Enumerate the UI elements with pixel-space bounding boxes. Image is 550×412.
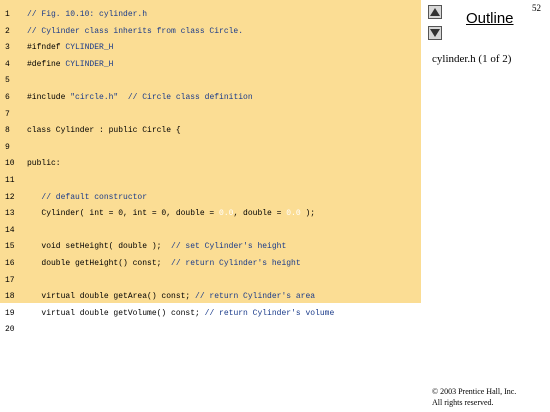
- code-line: 11: [0, 175, 421, 187]
- code-token: 0.0: [219, 209, 234, 219]
- code-text: void setHeight( double ); // set Cylinde…: [27, 241, 286, 253]
- code-token: CYLINDER_H: [65, 43, 114, 53]
- code-text: // Fig. 10.10: cylinder.h: [27, 9, 147, 21]
- code-token: // default constructor: [27, 192, 148, 202]
- line-number: 13: [5, 209, 15, 219]
- code-line: 10 public:: [0, 158, 421, 170]
- code-text: #include "circle.h" // Circle class defi…: [27, 92, 253, 104]
- line-number: 12: [5, 192, 15, 202]
- triangle-up-icon: [430, 8, 440, 16]
- code-line: 18 virtual double getArea() const; // re…: [0, 291, 421, 303]
- line-number: 10: [5, 159, 15, 169]
- line-number: 17: [5, 275, 15, 285]
- line-number: 9: [5, 142, 10, 152]
- code-token: #include: [27, 93, 71, 102]
- line-number: 7: [5, 109, 10, 119]
- outline-up-button[interactable]: [428, 5, 442, 19]
- line-number: 16: [5, 259, 15, 268]
- code-token: void setHeight( double );: [27, 242, 172, 252]
- code-token: );: [300, 209, 316, 219]
- code-text: class Cylinder : public Circle {: [27, 125, 181, 137]
- code-text: // Cylinder class inherits from class Ci…: [27, 26, 243, 38]
- code-token: // Fig. 10.10: cylinder.h: [27, 10, 148, 19]
- line-number: 1: [5, 10, 10, 19]
- code-line: 14: [0, 225, 421, 237]
- code-line: 17: [0, 275, 421, 287]
- line-number: 2: [5, 26, 10, 36]
- code-token: double getHeight() const;: [27, 259, 172, 268]
- code-token: // Cylinder class inherits from class Ci…: [27, 26, 244, 36]
- code-token: virtual double getArea() const;: [27, 292, 196, 302]
- code-line: 6 #include "circle.h" // Circle class def…: [0, 92, 421, 104]
- code-line: 5: [0, 75, 421, 87]
- code-token: // return Cylinder's height: [171, 259, 301, 268]
- line-number: 11: [5, 176, 15, 185]
- code-token: // Circle class definition: [118, 93, 253, 102]
- code-line: 7: [0, 109, 421, 121]
- code-token: #ifndef: [27, 43, 66, 53]
- line-number: 6: [5, 93, 10, 102]
- outline-title[interactable]: Outline: [466, 10, 514, 27]
- code-token: // return Cylinder's area: [195, 292, 316, 302]
- code-text: virtual double getArea() const; // retur…: [27, 291, 315, 303]
- line-number: 4: [5, 59, 10, 69]
- outline-subtitle: cylinder.h (1 of 2): [432, 53, 512, 65]
- code-line: 13 Cylinder( int = 0, int = 0, double = …: [0, 208, 421, 220]
- code-text: // default constructor: [27, 192, 147, 204]
- code-token: // set Cylinder's height: [171, 242, 287, 252]
- copyright-line-2: All rights reserved.: [432, 398, 494, 407]
- line-number: 18: [5, 292, 15, 302]
- line-number: 20: [5, 325, 15, 335]
- code-token: Cylinder( int = 0, int = 0, double =: [27, 209, 220, 219]
- code-token: , double =: [233, 209, 287, 219]
- line-number: 5: [5, 76, 10, 86]
- code-line: 12 // default constructor: [0, 192, 421, 204]
- code-token: CYLINDER_H: [65, 59, 114, 69]
- code-token: 0.0: [286, 209, 301, 219]
- code-line: 4 #define CYLINDER_H: [0, 59, 421, 71]
- line-number: 19: [5, 308, 15, 318]
- outline-down-button[interactable]: [428, 26, 442, 40]
- code-line: 15 void setHeight( double ); // set Cyli…: [0, 241, 421, 253]
- code-line: 16 double getHeight() const; // return C…: [0, 258, 421, 270]
- copyright-line-1: © 2003 Prentice Hall, Inc.: [432, 387, 517, 396]
- code-token: // return Cylinder's volume: [204, 308, 335, 318]
- code-text: virtual double getVolume() const; // ret…: [27, 308, 334, 320]
- code-text: double getHeight() const; // return Cyli…: [27, 258, 301, 270]
- code-token: public:: [27, 159, 61, 169]
- code-line: 19 virtual double getVolume() const; // …: [0, 308, 421, 320]
- code-listing-panel: 1 // Fig. 10.10: cylinder.h 2 // Cylinder c…: [0, 0, 421, 334]
- code-token: #define: [27, 59, 66, 69]
- code-line: 1 // Fig. 10.10: cylinder.h: [0, 9, 421, 21]
- code-text: Cylinder( int = 0, int = 0, double = 0.0…: [27, 208, 315, 220]
- line-number: 8: [5, 126, 10, 136]
- page-number: 52: [532, 3, 541, 13]
- code-line: 8 class Cylinder : public Circle {: [0, 125, 421, 137]
- code-token: class Cylinder : public Circle {: [27, 126, 181, 136]
- code-token: virtual double getVolume() const;: [27, 308, 205, 318]
- line-number: 15: [5, 242, 15, 252]
- line-number: 14: [5, 225, 15, 235]
- code-text: #define CYLINDER_H: [27, 59, 113, 71]
- code-text: #ifndef CYLINDER_H: [27, 42, 113, 54]
- code-line: 20: [0, 324, 421, 336]
- line-number: 3: [5, 43, 10, 53]
- code-line: 3 #ifndef CYLINDER_H: [0, 42, 421, 54]
- copyright-notice: © 2003 Prentice Hall, Inc. All rights re…: [432, 386, 516, 408]
- code-text: public:: [27, 158, 61, 170]
- code-line: 9: [0, 142, 421, 154]
- code-token: "circle.h": [70, 93, 119, 102]
- code-line: 2 // Cylinder class inherits from class C…: [0, 26, 421, 38]
- triangle-down-icon: [430, 29, 440, 37]
